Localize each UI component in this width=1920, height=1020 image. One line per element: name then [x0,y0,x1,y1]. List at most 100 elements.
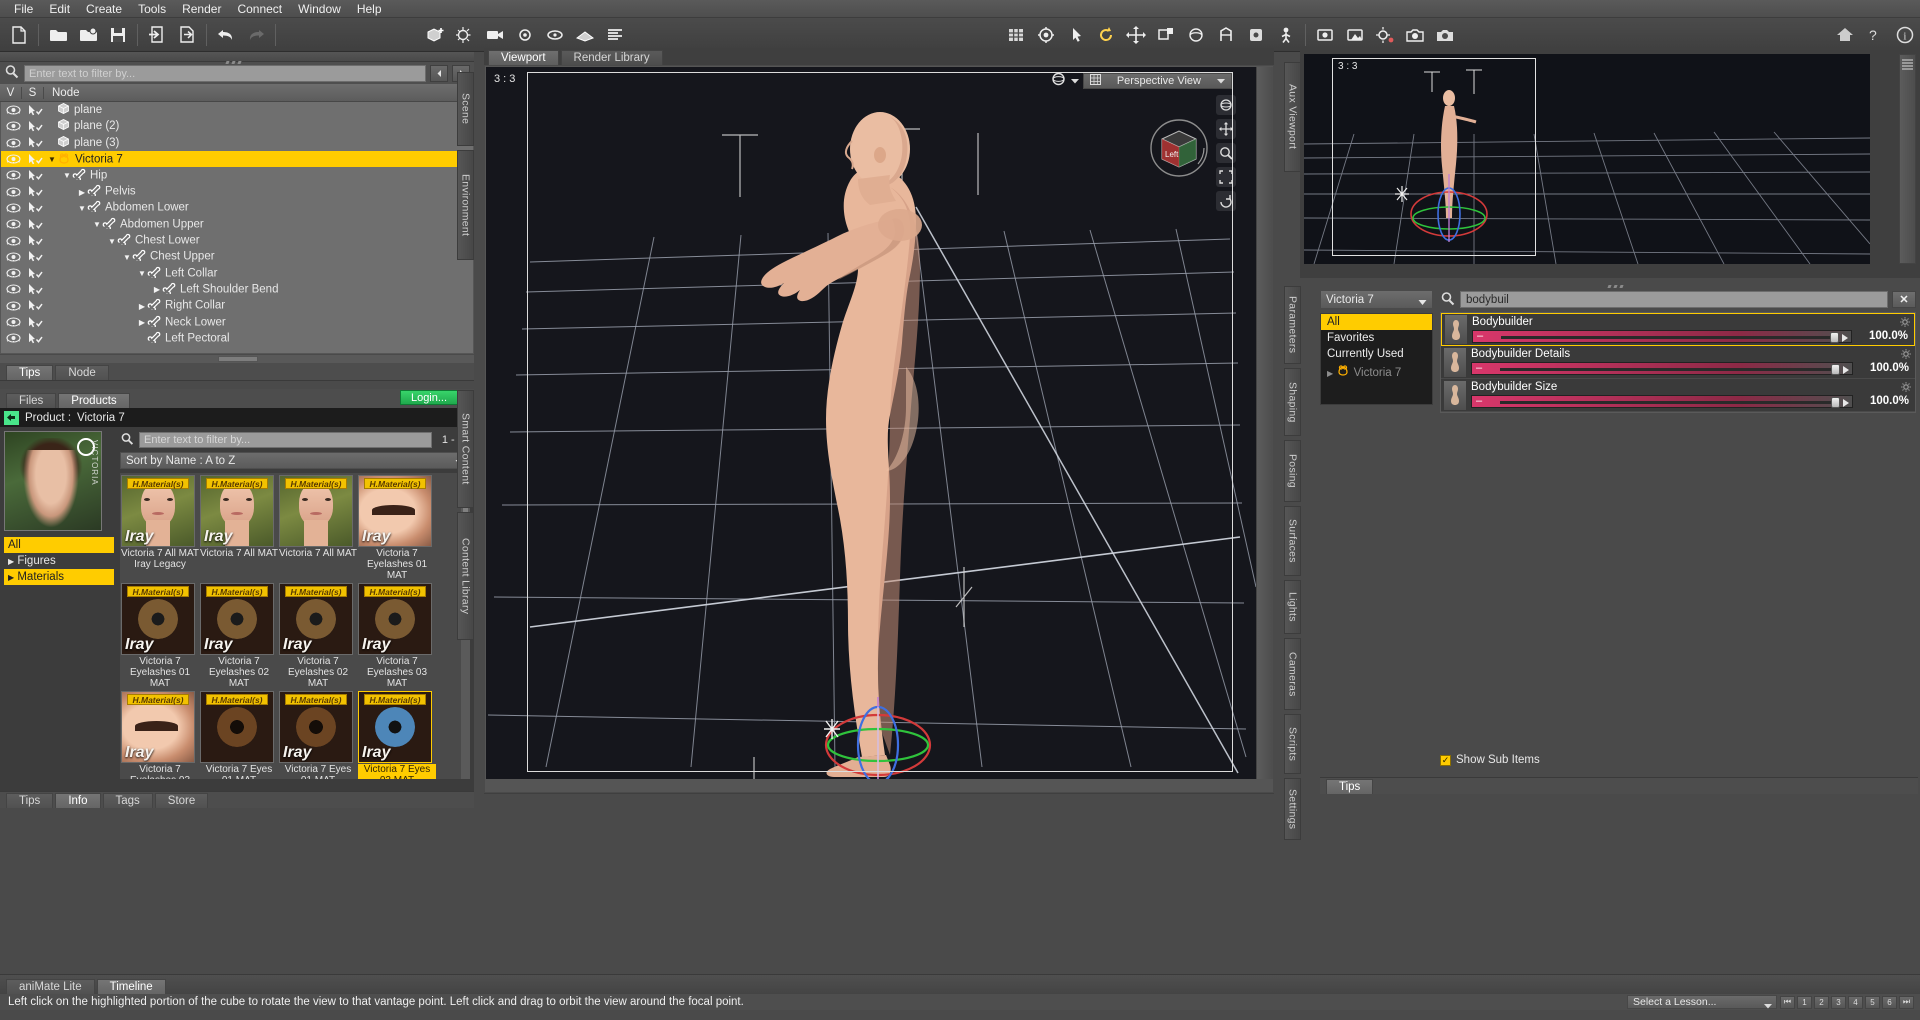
visibility-toggle-icon[interactable] [1,236,25,246]
tab-viewport[interactable]: Viewport [488,50,559,65]
menu-item-render[interactable]: Render [174,1,229,17]
content-item[interactable]: H.Material(s)IrayVictoria 7 Eyelashes 02… [279,583,357,689]
content-item-thumbnail[interactable]: H.Material(s)Iray [279,583,353,655]
tree-twisty[interactable]: ▼ [137,269,147,278]
sidebar-tab-scripts[interactable]: Scripts [1284,714,1301,774]
selectable-toggle-icon[interactable] [25,170,47,181]
visibility-toggle-icon[interactable] [1,170,25,180]
sidebar-tab-surfaces[interactable]: Surfaces [1284,506,1301,576]
content-item[interactable]: H.Material(s)IrayVictoria 7 Eyelashes 02… [200,583,278,689]
translate-tool-icon[interactable] [1121,21,1151,49]
add-plane-icon[interactable] [570,21,600,49]
selectable-toggle-icon[interactable] [25,202,47,213]
selectable-toggle-icon[interactable] [25,284,47,295]
content-item-thumbnail[interactable]: H.Material(s)Iray [121,475,195,547]
content-item-thumbnail[interactable]: H.Material(s)Iray [121,691,195,763]
visibility-toggle-icon[interactable] [1,301,25,311]
scene-node-row[interactable]: ▶Neck Lower [1,314,473,330]
decrement-icon[interactable]: – [1476,396,1482,407]
help-icon[interactable]: ? [1860,21,1890,49]
selectable-toggle-icon[interactable] [25,137,47,148]
tab-tips[interactable]: Tips [6,793,53,808]
show-sub-items-checkbox[interactable]: ✓ [1440,755,1451,766]
sidebar-tab-content-library[interactable]: Content Library [457,512,474,640]
pan-icon[interactable] [1216,119,1236,139]
lesson-button[interactable]: ⏮ [1780,996,1795,1009]
scene-node-row[interactable]: ▼Abdomen Lower [1,200,473,216]
content-item[interactable]: H.Material(s)Victoria 7 All MAT [279,475,357,581]
content-item-thumbnail[interactable]: H.Material(s) [279,475,353,547]
selectable-toggle-icon[interactable] [25,251,47,262]
visibility-toggle-icon[interactable] [1,252,25,262]
back-arrow-icon[interactable] [4,411,19,425]
content-item[interactable]: H.Material(s)IrayVictoria 7 Eyes 02 MAT [358,691,436,779]
sidebar-tab-scene[interactable]: Scene [457,72,474,146]
lesson-button[interactable]: 6 [1882,996,1897,1009]
selectable-toggle-icon[interactable] [25,317,47,328]
clear-search-button[interactable]: ✕ [1892,291,1916,308]
gear-icon[interactable] [1900,317,1910,330]
sidebar-tab-parameters[interactable]: Parameters [1284,286,1301,364]
spotlight-icon[interactable] [1031,21,1061,49]
tab-files[interactable]: Files [6,393,56,408]
tree-twisty[interactable]: ▼ [77,204,87,213]
mesh-tool-icon[interactable] [1211,21,1241,49]
scene-node-row[interactable]: ▶Left Shoulder Bend [1,281,473,297]
add-light-icon[interactable] [450,21,480,49]
chevron-down-icon[interactable] [1217,75,1225,87]
slider-knob[interactable] [1831,364,1840,375]
content-category-materials[interactable]: ▶ Materials [4,569,114,585]
menu-item-create[interactable]: Create [78,1,130,17]
visibility-toggle-icon[interactable] [1,284,25,294]
tab-tips[interactable]: Tips [6,365,53,380]
visibility-toggle-icon[interactable] [1,187,25,197]
content-item-thumbnail[interactable]: H.Material(s)Iray [121,583,195,655]
content-category-all[interactable]: All [4,537,114,553]
reset-view-icon[interactable] [1216,191,1236,211]
content-filter-input[interactable]: Enter text to filter by... [139,432,432,448]
tab-node[interactable]: Node [55,365,109,380]
content-item-thumbnail[interactable]: H.Material(s)Iray [358,583,432,655]
slider-knob[interactable] [1831,397,1840,408]
scene-filter-input[interactable]: Enter text to filter by... [24,65,426,82]
parameter-slider[interactable]: – [1471,395,1853,408]
content-item-thumbnail[interactable]: H.Material(s)Iray [200,583,274,655]
grid-toggle-icon[interactable] [1001,21,1031,49]
content-item-thumbnail[interactable]: H.Material(s) [200,691,274,763]
column-visibility[interactable]: V [0,87,22,99]
selectable-toggle-icon[interactable] [25,105,47,116]
sidebar-tab-lights[interactable]: Lights [1284,580,1301,634]
parameter-group-all[interactable]: All [1321,314,1432,330]
tree-twisty[interactable]: ▶ [137,302,147,311]
info-icon[interactable]: i [1890,21,1920,49]
parameter-group-list[interactable]: AllFavoritesCurrently Used▶ Victoria 7 [1320,313,1433,405]
selectable-toggle-icon[interactable] [25,219,47,230]
sort-dropdown[interactable]: Sort by Name : A to Z [120,452,470,469]
content-item[interactable]: H.Material(s)IrayVictoria 7 Eyelashes 01… [358,475,436,581]
content-item[interactable]: H.Material(s)IrayVictoria 7 Eyelashes 01… [121,583,199,689]
increment-icon[interactable] [1842,334,1848,342]
decrement-icon[interactable]: – [1477,331,1483,342]
parameter-value[interactable]: 100.0% [1856,330,1908,342]
zoom-icon[interactable] [1216,143,1236,163]
content-item[interactable]: H.Material(s)IrayVictoria 7 Eyelashes 03… [358,583,436,689]
sidebar-tab-smart-content[interactable]: Smart Content [457,390,474,508]
sidebar-tab-cameras[interactable]: Cameras [1284,638,1301,710]
decrement-icon[interactable]: – [1476,363,1482,374]
visibility-toggle-icon[interactable] [1,105,25,115]
lesson-button[interactable]: ⏭ [1899,996,1914,1009]
parameter-row[interactable]: Bodybuilder Details–100.0% [1441,346,1915,379]
render-settings-icon[interactable] [1310,21,1340,49]
content-thumbnail-grid[interactable]: H.Material(s)IrayVictoria 7 All MAT Iray… [120,473,470,779]
gear-icon[interactable] [1901,382,1911,395]
aux-render-icon[interactable] [1370,21,1400,49]
scene-node-row[interactable]: ▼Victoria 7 [1,151,473,167]
selectable-toggle-icon[interactable] [25,186,47,197]
panel-splitter[interactable] [0,381,474,389]
tree-twisty[interactable]: ▼ [92,220,102,229]
parameter-row[interactable]: Bodybuilder–100.0% [1441,313,1915,346]
orbit-icon[interactable] [1050,71,1067,90]
sidebar-tab-posing[interactable]: Posing [1284,440,1301,502]
scale-tool-icon[interactable] [1151,21,1181,49]
parameters-bottom-tabs[interactable]: Tips [1320,777,1918,794]
